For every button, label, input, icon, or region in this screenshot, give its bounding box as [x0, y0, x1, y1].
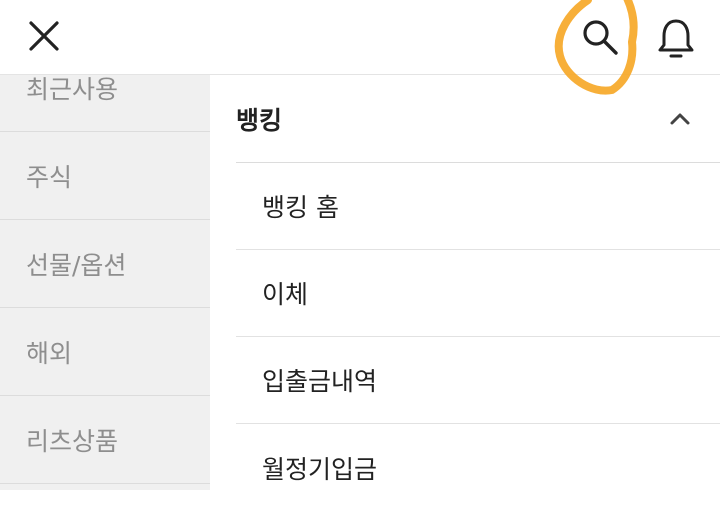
menu-item-monthly-deposit[interactable]: 월정기입금 — [236, 424, 720, 511]
sidebar-item-label: 해외 — [26, 338, 73, 368]
close-icon — [29, 21, 59, 51]
bell-icon — [658, 19, 694, 58]
menu-content: 뱅킹 뱅킹 홈 이체 입출금내역 월정기입금 — [236, 75, 720, 490]
section-title: 뱅킹 — [236, 105, 283, 135]
sidebar-item-overseas[interactable]: 해외 — [0, 308, 210, 396]
menu-item-label: 입출금내역 — [262, 367, 378, 396]
section-header-banking[interactable]: 뱅킹 — [236, 75, 720, 163]
menu-item-transaction-history[interactable]: 입출금내역 — [236, 337, 720, 424]
sidebar-item-stocks[interactable]: 주식 — [0, 132, 210, 220]
menu-item-banking-home[interactable]: 뱅킹 홈 — [236, 163, 720, 250]
sidebar-item-label: 리츠상품 — [26, 426, 119, 456]
category-sidebar: 최근사용 주식 선물/옵션 해외 리츠상품 — [0, 44, 210, 490]
menu-item-label: 뱅킹 홈 — [262, 193, 339, 222]
sidebar-item-futures-options[interactable]: 선물/옵션 — [0, 220, 210, 308]
sidebar-item-label: 선물/옵션 — [26, 250, 127, 280]
search-button[interactable] — [574, 10, 626, 62]
sidebar-item-reits[interactable]: 리츠상품 — [0, 396, 210, 484]
menu-item-label: 월정기입금 — [262, 454, 378, 484]
menu-item-label: 이체 — [262, 280, 309, 309]
notification-button[interactable] — [650, 12, 702, 64]
top-bar — [0, 0, 720, 75]
close-button[interactable] — [22, 14, 66, 58]
search-icon — [583, 20, 618, 55]
chevron-up-icon[interactable] — [660, 99, 700, 139]
menu-item-transfer[interactable]: 이체 — [236, 250, 720, 337]
sidebar-item-label: 주식 — [26, 162, 73, 192]
